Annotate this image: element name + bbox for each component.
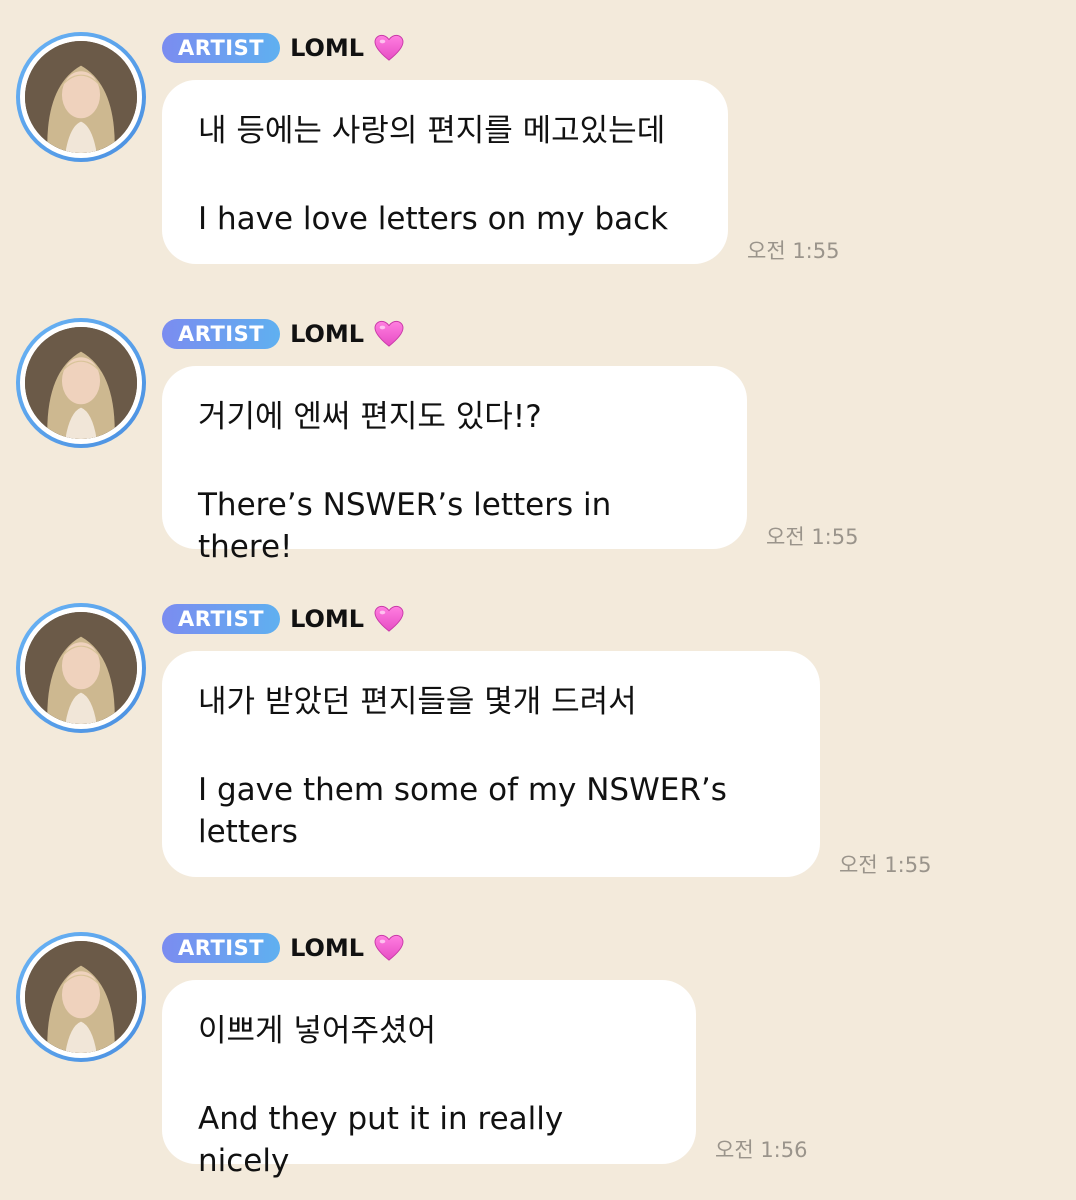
pink-heart-icon <box>374 605 404 632</box>
message-timestamp: 오전 1:55 <box>766 525 859 549</box>
avatar[interactable] <box>16 603 146 733</box>
pink-heart-icon <box>374 34 404 61</box>
message-english-text: There’s NSWER’s letters in there! <box>198 487 622 565</box>
sender-name[interactable]: LOML <box>290 934 364 962</box>
profile-photo-icon <box>25 941 137 1053</box>
sender-name[interactable]: LOML <box>290 34 364 62</box>
sender-row: ARTIST LOML <box>162 32 404 64</box>
artist-badge: ARTIST <box>162 33 281 63</box>
artist-badge: ARTIST <box>162 604 281 634</box>
sender-name[interactable]: LOML <box>290 605 364 633</box>
message-bubble[interactable]: 내가 받았던 편지들을 몇개 드려서 I gave them some of m… <box>162 651 820 877</box>
pink-heart-icon <box>374 934 404 961</box>
message-korean-text: 거기에 엔써 편지도 있다!? <box>198 399 542 435</box>
message-bubble[interactable]: 이쁘게 넣어주셨어 And they put it in really nice… <box>162 980 696 1179</box>
message-bubble[interactable]: 내 등에는 사랑의 편지를 메고있는데 I have love letters … <box>162 80 728 264</box>
avatar[interactable] <box>16 32 146 162</box>
sender-name[interactable]: LOML <box>290 320 364 348</box>
sender-row: ARTIST LOML <box>162 318 404 350</box>
message-timestamp: 오전 1:55 <box>747 239 840 263</box>
message-korean-text: 내 등에는 사랑의 편지를 메고있는데 <box>198 113 666 149</box>
chat-log: ARTIST LOML 내 등에는 사랑의 편지를 메고있는데 I have l… <box>0 0 1076 1200</box>
profile-photo-icon <box>25 612 137 724</box>
message-korean-text: 내가 받았던 편지들을 몇개 드려서 <box>198 684 637 720</box>
message-english-text: And they put it in really nicely <box>198 1101 574 1179</box>
avatar[interactable] <box>16 932 146 1062</box>
avatar[interactable] <box>16 318 146 448</box>
pink-heart-icon <box>374 320 404 347</box>
sender-row: ARTIST LOML <box>162 932 404 964</box>
profile-photo-icon <box>25 41 137 153</box>
artist-badge: ARTIST <box>162 933 281 963</box>
sender-row: ARTIST LOML <box>162 603 404 635</box>
message-bubble[interactable]: 거기에 엔써 편지도 있다!? There’s NSWER’s letters … <box>162 366 747 565</box>
message-korean-text: 이쁘게 넣어주셨어 <box>198 1013 437 1049</box>
profile-photo-icon <box>25 327 137 439</box>
message-english-text: I have love letters on my back <box>198 201 669 237</box>
message-english-text: I gave them some of my NSWER’s letters <box>198 772 727 850</box>
message-timestamp: 오전 1:56 <box>715 1138 808 1162</box>
artist-badge: ARTIST <box>162 319 281 349</box>
message-timestamp: 오전 1:55 <box>839 853 932 877</box>
